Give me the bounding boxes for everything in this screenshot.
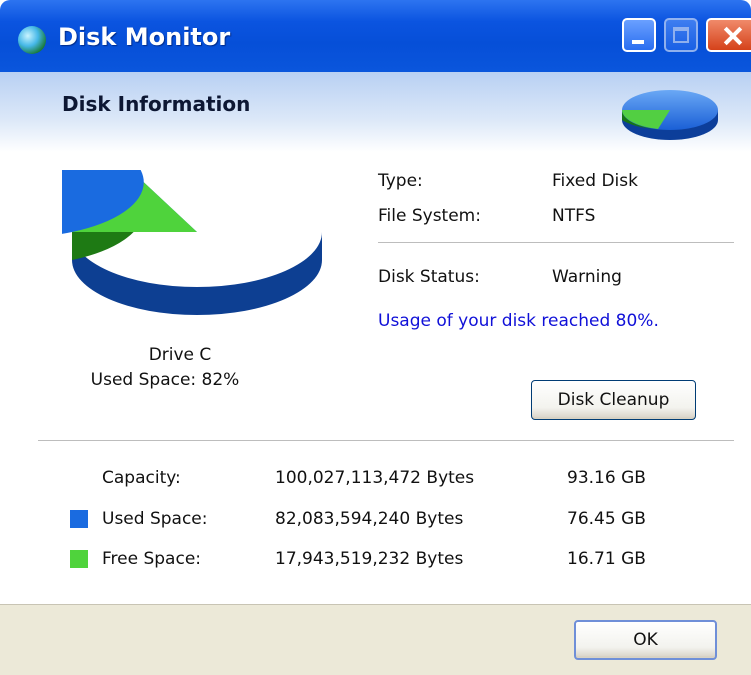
- maximize-button[interactable]: [664, 18, 698, 52]
- file-system-value: NTFS: [552, 206, 596, 226]
- window-title: Disk Monitor: [58, 23, 231, 51]
- disk-status-value: Warning: [552, 267, 622, 287]
- minimize-button[interactable]: [622, 18, 656, 52]
- file-system-label: File System:: [378, 206, 481, 226]
- used-space-label: Used Space:: [102, 509, 208, 529]
- globe-icon: [18, 26, 46, 54]
- disk-cleanup-button[interactable]: Disk Cleanup: [531, 380, 696, 420]
- disk-usage-pie-chart: [62, 170, 322, 315]
- used-space-percent: Used Space: 82%: [90, 370, 240, 390]
- type-value: Fixed Disk: [552, 171, 638, 191]
- disk-status-label: Disk Status:: [378, 267, 480, 287]
- used-space-bytes: 82,083,594,240 Bytes: [275, 509, 464, 529]
- used-space-gb: 76.45 GB: [567, 509, 646, 529]
- free-space-swatch-icon: [70, 550, 88, 568]
- free-space-label: Free Space:: [102, 549, 202, 569]
- warning-message: Usage of your disk reached 80%.: [378, 311, 659, 331]
- disk-monitor-window: Disk Monitor Disk Information Drive C Us…: [0, 0, 751, 675]
- capacity-gb: 93.16 GB: [567, 468, 646, 488]
- drive-name: Drive C: [148, 345, 212, 365]
- capacity-bytes: 100,027,113,472 Bytes: [275, 468, 475, 488]
- ok-button[interactable]: OK: [574, 620, 717, 660]
- title-bar[interactable]: Disk Monitor: [0, 0, 751, 72]
- divider: [38, 440, 734, 441]
- free-space-gb: 16.71 GB: [567, 549, 646, 569]
- close-button[interactable]: [706, 18, 751, 52]
- section-title: Disk Information: [62, 92, 251, 116]
- divider: [378, 242, 734, 243]
- capacity-label: Capacity:: [102, 468, 181, 488]
- used-space-swatch-icon: [70, 510, 88, 528]
- disk-pie-icon: [622, 90, 718, 140]
- free-space-bytes: 17,943,519,232 Bytes: [275, 549, 464, 569]
- type-label: Type:: [378, 171, 423, 191]
